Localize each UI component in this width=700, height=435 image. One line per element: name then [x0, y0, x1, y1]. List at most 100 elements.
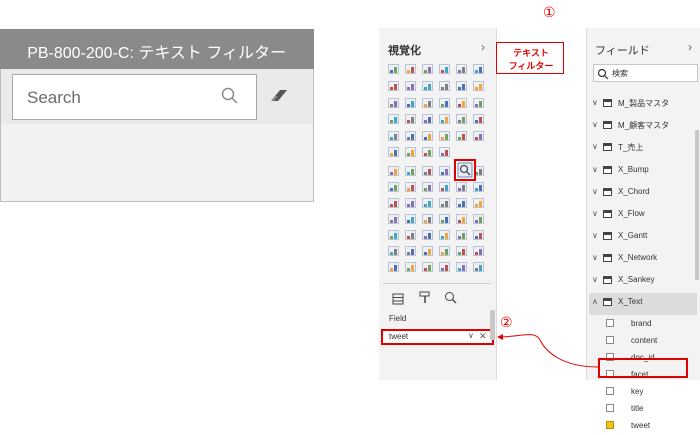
visual-type-icon[interactable]: [473, 64, 484, 74]
visual-type-icon[interactable]: [456, 214, 467, 224]
visual-type-icon[interactable]: [405, 246, 416, 256]
visual-type-icon[interactable]: [439, 98, 450, 108]
visual-type-icon[interactable]: [473, 182, 484, 192]
chevron-down-icon[interactable]: ∨: [592, 231, 598, 240]
visual-type-icon[interactable]: [439, 166, 450, 176]
visual-type-icon[interactable]: [405, 114, 416, 124]
visual-type-icon[interactable]: [405, 64, 416, 74]
analytics-magnifier-icon[interactable]: [444, 291, 457, 304]
visual-type-icon[interactable]: [405, 230, 416, 240]
field-row-title[interactable]: title: [606, 402, 686, 418]
visual-type-icon[interactable]: [439, 81, 450, 91]
visual-type-icon[interactable]: [405, 98, 416, 108]
visual-type-icon[interactable]: [473, 246, 484, 256]
table-row-x-sankey[interactable]: ∨ X_Sankey: [589, 271, 697, 293]
visual-type-icon[interactable]: [422, 182, 433, 192]
visual-type-icon[interactable]: [422, 166, 433, 176]
visual-type-icon[interactable]: [439, 214, 450, 224]
visual-type-icon[interactable]: [456, 131, 467, 141]
visual-type-icon[interactable]: [456, 262, 467, 272]
visual-type-icon[interactable]: [405, 262, 416, 272]
visual-type-icon[interactable]: [388, 214, 399, 224]
chevron-down-icon[interactable]: ∨: [592, 98, 598, 107]
visual-type-icon[interactable]: [388, 98, 399, 108]
fields-scrollbar[interactable]: [695, 130, 699, 280]
visual-type-icon[interactable]: [405, 214, 416, 224]
visual-type-icon[interactable]: [439, 230, 450, 240]
visual-type-icon[interactable]: [456, 81, 467, 91]
visual-type-icon[interactable]: [422, 98, 433, 108]
visual-type-icon[interactable]: [473, 81, 484, 91]
chevron-up-icon[interactable]: ∧: [592, 297, 598, 306]
visual-type-icon[interactable]: [456, 230, 467, 240]
table-row-m-customer[interactable]: ∨ M_顧客マスタ: [589, 116, 697, 138]
text-filter-visual-selected-icon[interactable]: [454, 159, 476, 181]
visual-type-icon[interactable]: [388, 230, 399, 240]
fields-well-icon[interactable]: [392, 292, 404, 305]
visual-type-icon[interactable]: [456, 114, 467, 124]
visual-type-icon[interactable]: [439, 147, 450, 157]
visualizations-collapse-chevron-icon[interactable]: ›: [481, 40, 485, 54]
eraser-icon[interactable]: [268, 86, 290, 106]
visual-type-icon[interactable]: [439, 131, 450, 141]
visual-type-icon[interactable]: [456, 198, 467, 208]
chevron-down-icon[interactable]: ∨: [592, 142, 598, 151]
visual-type-icon[interactable]: [473, 98, 484, 108]
visual-type-icon[interactable]: [388, 182, 399, 192]
visual-type-icon[interactable]: [388, 166, 399, 176]
visual-type-icon[interactable]: [439, 64, 450, 74]
visual-type-icon[interactable]: [473, 131, 484, 141]
visual-type-icon[interactable]: [439, 114, 450, 124]
visual-type-icon[interactable]: [473, 262, 484, 272]
field-row-key[interactable]: key: [606, 385, 686, 401]
checkbox-icon[interactable]: [606, 404, 614, 412]
checkbox-checked-icon[interactable]: [606, 421, 614, 429]
search-icon[interactable]: [220, 86, 240, 106]
visual-type-icon[interactable]: [473, 198, 484, 208]
chevron-down-icon[interactable]: ∨: [592, 165, 598, 174]
visual-type-icon[interactable]: [405, 166, 416, 176]
chevron-down-icon[interactable]: ∨: [592, 275, 598, 284]
visual-type-icon[interactable]: [422, 230, 433, 240]
visual-type-icon[interactable]: [439, 182, 450, 192]
field-row-brand[interactable]: brand: [606, 317, 686, 333]
chevron-down-icon[interactable]: ∨: [592, 187, 598, 196]
visual-type-icon[interactable]: [388, 114, 399, 124]
fields-collapse-chevron-icon[interactable]: ›: [688, 40, 692, 54]
visual-type-icon[interactable]: [422, 246, 433, 256]
visual-type-icon[interactable]: [439, 262, 450, 272]
checkbox-icon[interactable]: [606, 336, 614, 344]
checkbox-icon[interactable]: [606, 319, 614, 327]
visual-type-icon[interactable]: [388, 147, 399, 157]
visual-type-icon[interactable]: [456, 64, 467, 74]
chevron-down-icon[interactable]: ∨: [592, 120, 598, 129]
visual-type-icon[interactable]: [422, 147, 433, 157]
visual-type-icon[interactable]: [405, 81, 416, 91]
chevron-down-icon[interactable]: ∨: [592, 209, 598, 218]
table-row-x-chord[interactable]: ∨ X_Chord: [589, 183, 697, 205]
visual-type-icon[interactable]: [439, 198, 450, 208]
visual-type-icon[interactable]: [422, 198, 433, 208]
visual-type-icon[interactable]: [422, 81, 433, 91]
table-row-x-text[interactable]: ∧ X_Text: [589, 293, 697, 315]
visual-type-icon[interactable]: [388, 246, 399, 256]
visual-type-icon[interactable]: [456, 246, 467, 256]
table-row-t-sales[interactable]: ∨ T_売上: [589, 138, 697, 160]
table-row-x-gantt[interactable]: ∨ X_Gantt: [589, 227, 697, 249]
chevron-down-icon[interactable]: ∨: [592, 253, 598, 262]
visual-type-icon[interactable]: [388, 198, 399, 208]
visual-type-icon[interactable]: [422, 64, 433, 74]
visual-type-icon[interactable]: [422, 262, 433, 272]
visual-type-icon[interactable]: [388, 262, 399, 272]
visual-type-icon[interactable]: [405, 131, 416, 141]
table-row-m-product[interactable]: ∨ M_製品マスタ: [589, 94, 697, 116]
visual-type-icon[interactable]: [439, 246, 450, 256]
visual-type-icon[interactable]: [422, 114, 433, 124]
visual-type-icon[interactable]: [405, 198, 416, 208]
checkbox-icon[interactable]: [606, 387, 614, 395]
visualizations-scrollbar[interactable]: [490, 310, 495, 340]
remove-field-icon[interactable]: ✕: [479, 331, 487, 342]
visual-type-icon[interactable]: [456, 98, 467, 108]
visual-type-icon[interactable]: [422, 214, 433, 224]
field-row-content[interactable]: content: [606, 334, 686, 350]
